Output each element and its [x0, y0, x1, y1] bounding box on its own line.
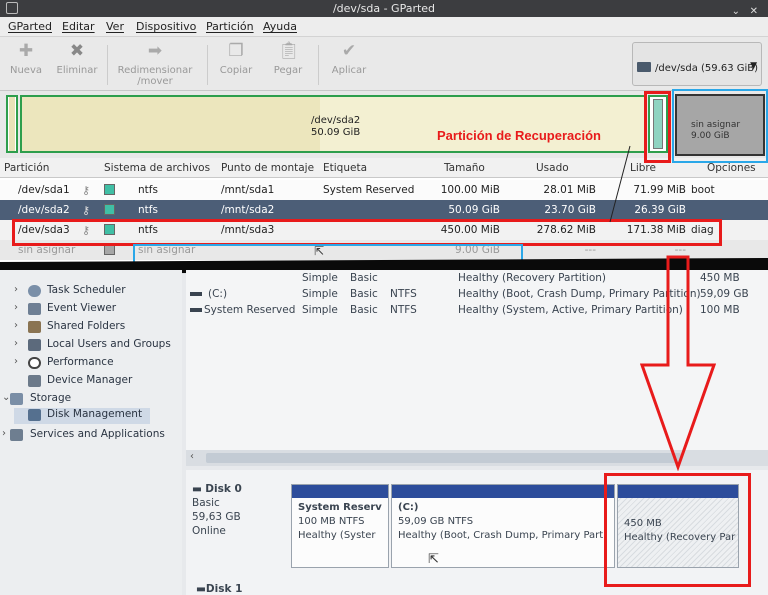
- hard-disk-icon: [637, 62, 651, 72]
- col-mountpoint[interactable]: Punto de montaje: [221, 162, 314, 174]
- used-space: [22, 97, 320, 151]
- col-flags[interactable]: Opciones: [707, 162, 756, 174]
- menu-dispositivo[interactable]: Dispositivo: [136, 20, 196, 33]
- shared-folder-icon: [28, 321, 41, 333]
- expand-arrow-icon: ›: [14, 284, 18, 295]
- diskmap-sda2-text: /dev/sda2 50.09 GiB: [311, 115, 361, 138]
- ntfs-color-swatch: [104, 204, 115, 215]
- expand-arrow-icon: ›: [14, 338, 18, 349]
- storage-icon: [10, 393, 23, 405]
- menu-ayuda[interactable]: Ayuda: [263, 20, 297, 33]
- volume-icon: [190, 292, 202, 296]
- menu-gparted[interactable]: GParted: [8, 20, 52, 33]
- scrollbar-thumb[interactable]: [206, 453, 681, 463]
- volume-row-recovery[interactable]: Simple Basic Healthy (Recovery Partition…: [302, 272, 740, 284]
- new-button[interactable]: ✚ Nueva: [6, 41, 46, 76]
- event-viewer-icon: [28, 303, 41, 315]
- performance-icon: [28, 357, 41, 369]
- annotation-pointer-line: [609, 145, 631, 223]
- diskmap-sda2[interactable]: /dev/sda2 50.09 GiB: [20, 95, 646, 153]
- toolbar-separator: [318, 45, 319, 85]
- delete-button[interactable]: ✖ Eliminar: [54, 41, 100, 76]
- device-manager-icon: [28, 375, 41, 387]
- menu-bar: GParted Editar Ver Dispositivo Partición…: [0, 17, 768, 37]
- paste-button[interactable]: 📋︎ Pegar: [268, 41, 308, 76]
- paste-icon: 📋︎: [278, 41, 300, 61]
- used-space: [9, 97, 15, 151]
- copy-button[interactable]: ❐ Copiar: [216, 41, 256, 76]
- recovery-volume-highlight: [604, 473, 751, 587]
- delete-icon: ✖: [69, 41, 85, 61]
- col-particion[interactable]: Partición: [4, 162, 49, 174]
- disk0-partition-c[interactable]: (C:) 59,09 GB NTFS Healthy (Boot, Crash …: [391, 484, 615, 568]
- expand-arrow-icon: ›: [14, 356, 18, 367]
- checkmark-icon: ✔: [341, 41, 357, 61]
- dropdown-arrow-icon: ▼: [750, 61, 757, 71]
- col-label[interactable]: Etiqueta: [323, 162, 367, 174]
- services-icon: [10, 429, 23, 441]
- col-filesystem[interactable]: Sistema de archivos: [104, 162, 210, 174]
- diskmap-sda1[interactable]: [6, 95, 18, 153]
- mouse-cursor-icon: ⇱: [428, 552, 439, 567]
- resize-icon: ➡: [147, 41, 163, 61]
- unallocated-highlight: [672, 89, 768, 163]
- disk1-label: ▬Disk 1: [196, 583, 243, 595]
- device-selector[interactable]: /dev/sda (59.63 GiB) ▼: [632, 42, 762, 86]
- col-size[interactable]: Tamaño: [444, 162, 485, 174]
- key-icon: ⚷: [82, 184, 91, 197]
- clock-icon: [28, 285, 41, 297]
- console-tree: › Task Scheduler › Event Viewer › Shared…: [0, 270, 182, 595]
- key-icon: ⚷: [82, 204, 91, 217]
- expand-arrow-icon: ›: [14, 302, 18, 313]
- expand-arrow-icon: ›: [14, 320, 18, 331]
- device-selector-label: /dev/sda (59.63 GiB): [655, 63, 759, 74]
- apply-button[interactable]: ✔ Aplicar: [326, 41, 372, 76]
- toolbar-separator: [107, 45, 108, 85]
- new-partition-icon: ✚: [18, 41, 34, 61]
- menu-ver[interactable]: Ver: [106, 20, 124, 33]
- down-arrow-annotation: [640, 255, 716, 471]
- users-icon: [28, 339, 41, 351]
- app-icon: [6, 2, 18, 14]
- disk0-label: ▬ Disk 0 Basic 59,63 GB Online: [192, 483, 242, 537]
- menu-particion[interactable]: Partición: [206, 20, 254, 33]
- copy-icon: ❐: [228, 41, 244, 61]
- partition-bar: [292, 485, 388, 498]
- partition-bar: [392, 485, 614, 498]
- disk-management-icon: [28, 409, 41, 421]
- ntfs-color-swatch: [104, 184, 115, 195]
- resize-move-button[interactable]: ➡ Redimensionar /mover: [112, 41, 198, 87]
- expand-arrow-icon: ›: [2, 428, 6, 439]
- window-title: /dev/sda - GParted: [332, 2, 436, 15]
- menu-editar[interactable]: Editar: [62, 20, 95, 33]
- col-used[interactable]: Usado: [536, 162, 569, 174]
- disk0-partition-system-reserved[interactable]: System Reserv 100 MB NTFS Healthy (Syste…: [291, 484, 389, 568]
- title-bar: /dev/sda - GParted ⌄ ✕: [0, 0, 768, 17]
- scroll-left-icon[interactable]: ‹: [190, 451, 194, 462]
- volume-icon: [190, 308, 202, 312]
- recovery-annotation-label: Partición de Recuperación: [437, 128, 601, 143]
- toolbar-separator: [207, 45, 208, 85]
- tree-item-disk-management[interactable]: Disk Management: [14, 408, 150, 424]
